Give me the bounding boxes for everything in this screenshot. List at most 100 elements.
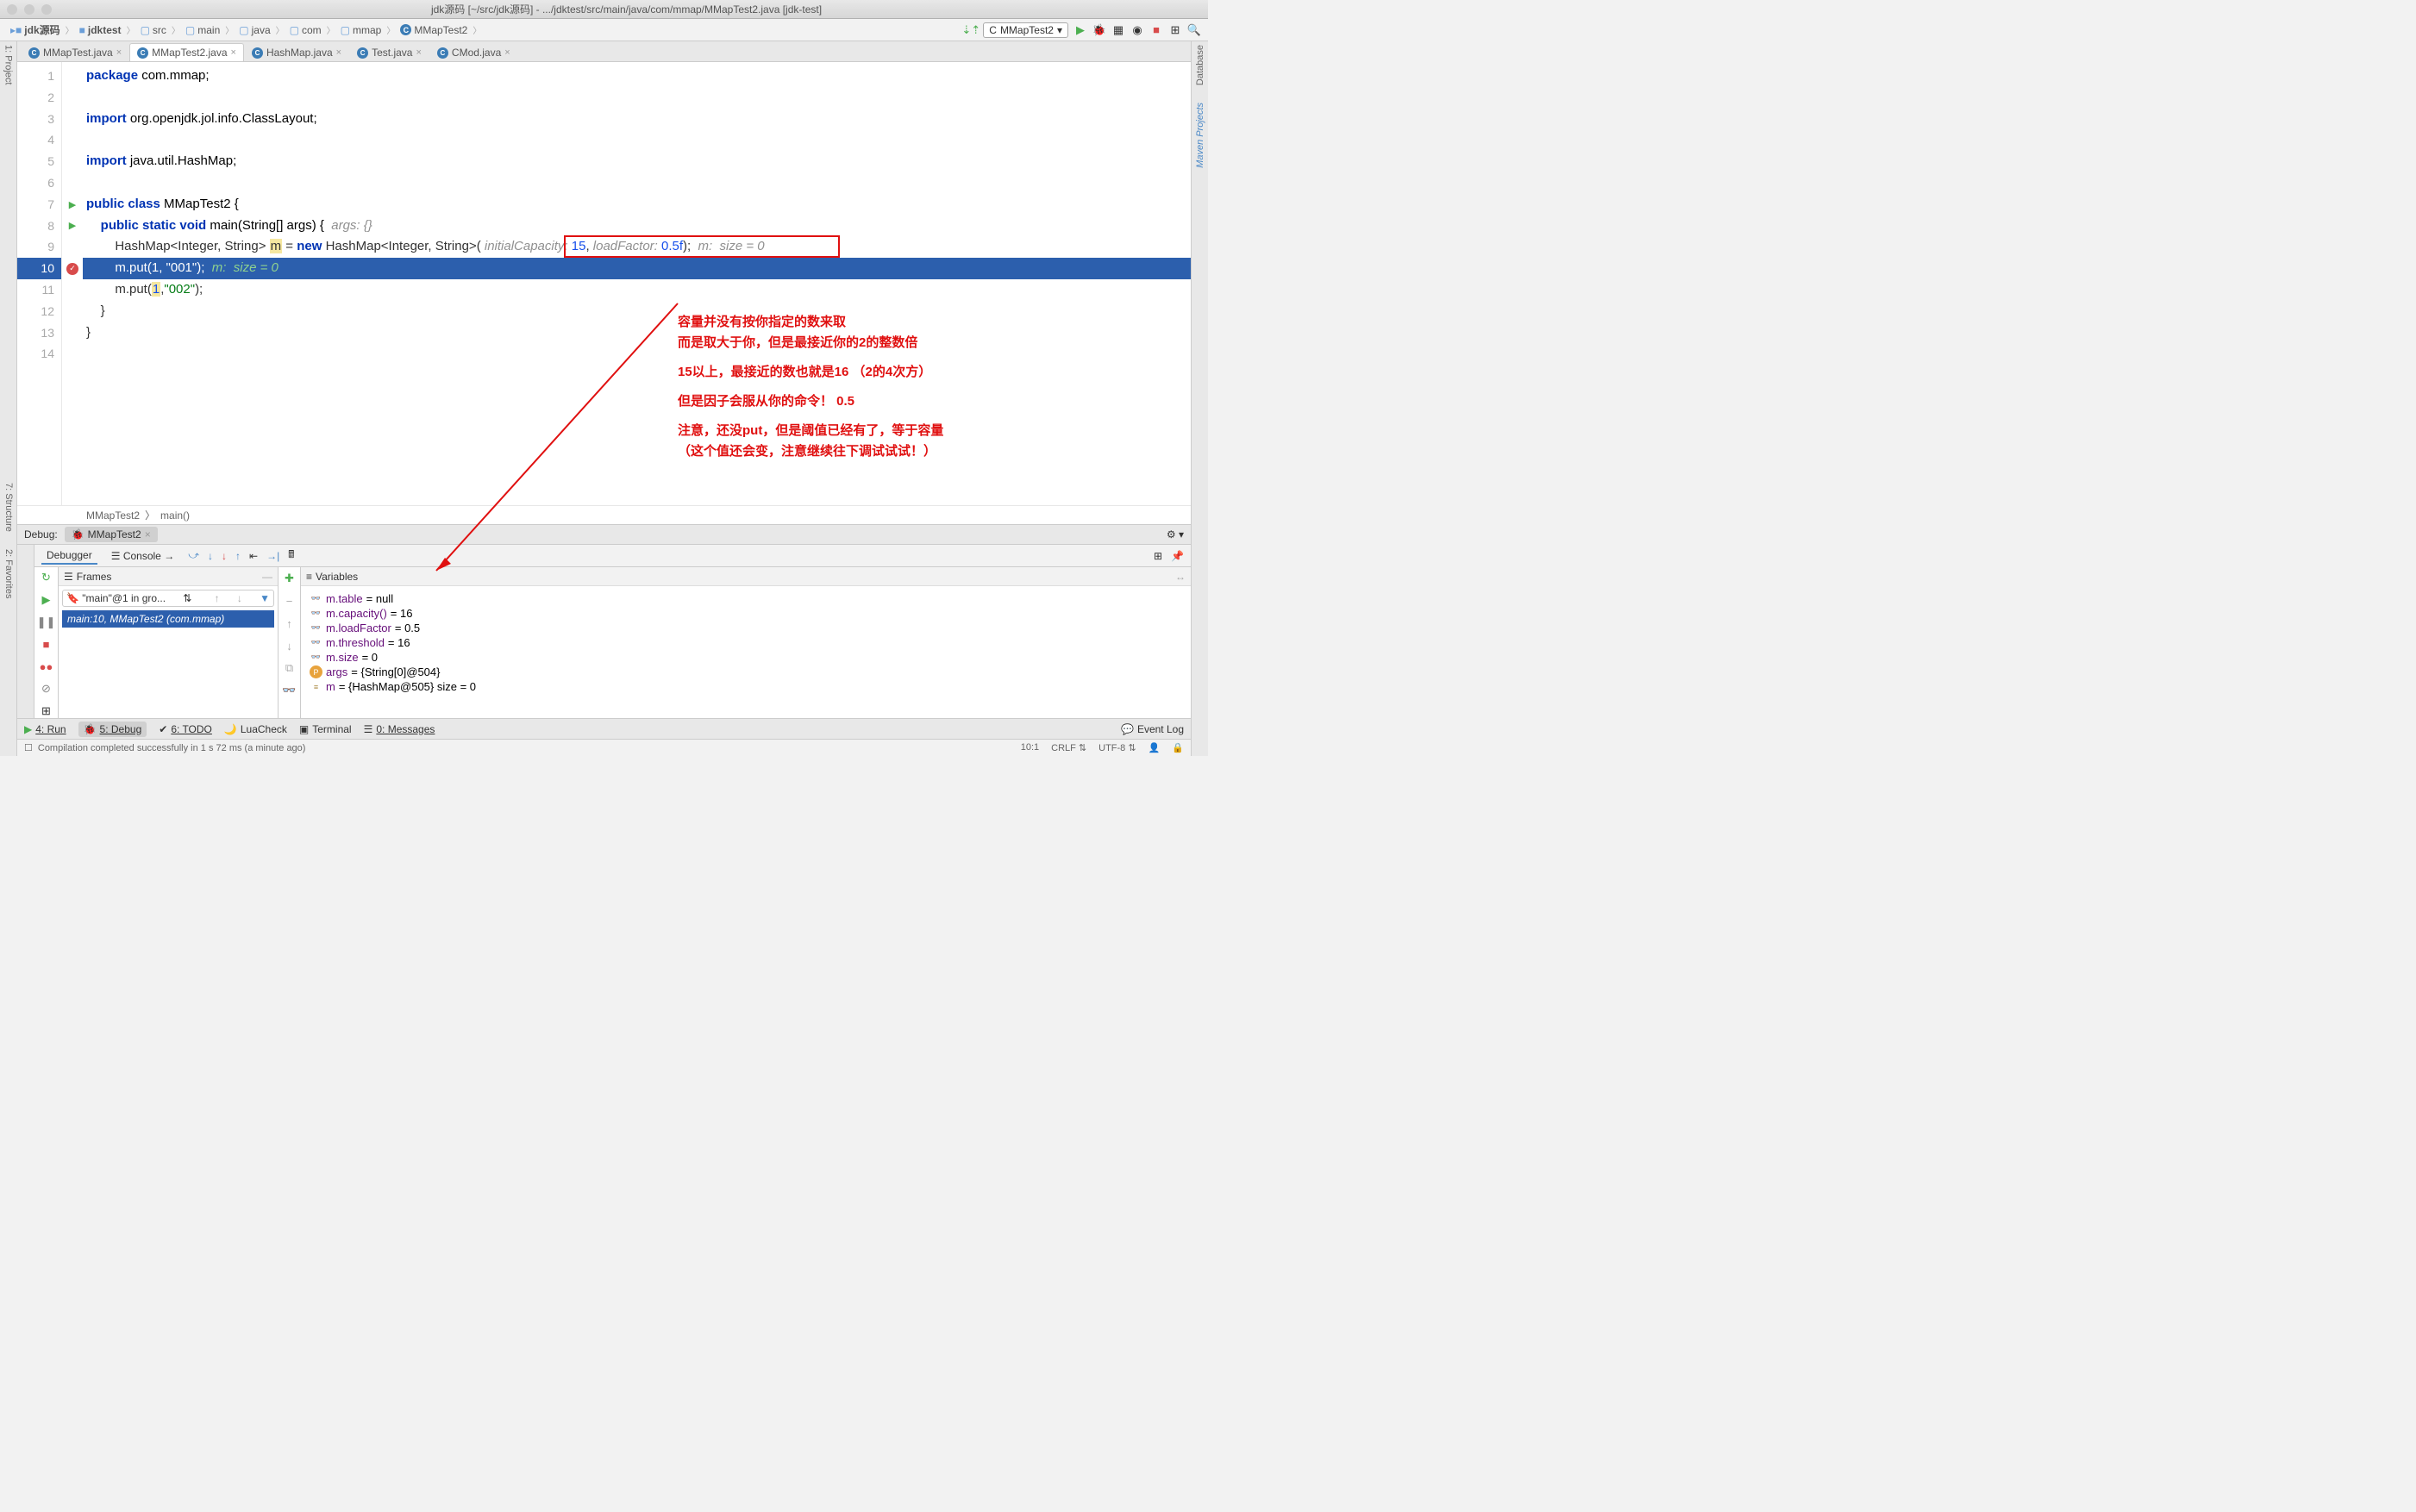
- event-log-button[interactable]: 💬Event Log: [1121, 723, 1184, 735]
- prev-frame-icon[interactable]: ↑: [215, 592, 220, 604]
- next-frame-icon[interactable]: ↓: [237, 592, 242, 604]
- encoding[interactable]: UTF-8 ⇅: [1098, 742, 1136, 753]
- rerun-icon[interactable]: ↻: [39, 571, 54, 584]
- icon-gutter: ▶ ▶ ✓: [62, 62, 83, 505]
- breadcrumb-item[interactable]: src: [153, 24, 166, 36]
- breadcrumb[interactable]: ▸■jdk源码 〉 ■jdktest 〉 ▢src 〉 ▢main 〉 ▢jav…: [7, 22, 481, 38]
- pin-icon[interactable]: 📌: [1171, 550, 1184, 562]
- thread-selector[interactable]: 🔖 "main"@1 in gro... ⇅ ↑ ↓ ▼: [62, 590, 274, 607]
- run-gutter-icon[interactable]: ▶: [69, 220, 76, 231]
- sync-icon[interactable]: ⇣⇡: [964, 23, 978, 37]
- line-separator[interactable]: CRLF ⇅: [1051, 742, 1086, 753]
- crumb-method[interactable]: main(): [160, 509, 190, 522]
- close-icon[interactable]: ×: [336, 47, 341, 58]
- settings-icon[interactable]: ⊞: [1154, 550, 1162, 562]
- variable-row[interactable]: 👓m.table = null: [310, 591, 1182, 606]
- structure-tool-button[interactable]: 7: Structure: [3, 483, 14, 532]
- crumb-class[interactable]: MMapTest2: [86, 509, 140, 522]
- tab-mmaptest[interactable]: CMMapTest.java×: [21, 43, 129, 61]
- chevron-right-icon: 〉: [225, 23, 234, 36]
- run-to-cursor-icon[interactable]: →|: [266, 550, 279, 562]
- close-icon[interactable]: ×: [504, 47, 510, 58]
- step-out-icon[interactable]: ↑: [235, 550, 241, 562]
- editor[interactable]: 1234567891011121314 ▶ ▶ ✓ package com.mm…: [17, 62, 1191, 505]
- window-controls[interactable]: [7, 4, 52, 15]
- variable-row[interactable]: 👓m.threshold = 16: [310, 635, 1182, 650]
- breadcrumb-root[interactable]: jdk源码: [24, 22, 59, 37]
- step-over-icon[interactable]: ⤻: [188, 549, 199, 562]
- breadcrumb-item[interactable]: mmap: [353, 24, 381, 36]
- breadcrumb-module[interactable]: jdktest: [88, 24, 122, 36]
- pause-icon[interactable]: ❚❚: [39, 615, 54, 629]
- gear-icon[interactable]: ⚙ ▾: [1167, 528, 1184, 540]
- breadcrumb-item[interactable]: main: [197, 24, 220, 36]
- close-icon[interactable]: ×: [145, 528, 151, 540]
- add-watch-icon[interactable]: ✚: [282, 571, 297, 586]
- maven-tool-button[interactable]: Maven Projects: [1195, 103, 1205, 168]
- close-icon[interactable]: ×: [116, 47, 122, 58]
- minimize-icon[interactable]: [24, 4, 34, 15]
- step-into-icon[interactable]: ↓: [208, 550, 213, 562]
- zoom-icon[interactable]: [41, 4, 52, 15]
- tab-test[interactable]: CTest.java×: [349, 43, 429, 61]
- breakpoint-icon[interactable]: ✓: [66, 263, 78, 275]
- run-tool-button[interactable]: ▶4: Run: [24, 723, 66, 735]
- tab-cmod[interactable]: CCMod.java×: [429, 43, 518, 61]
- tab-mmaptest2[interactable]: CMMapTest2.java×: [129, 43, 244, 61]
- database-tool-button[interactable]: Database: [1195, 45, 1205, 85]
- variable-row[interactable]: 👓m.capacity() = 16: [310, 606, 1182, 621]
- close-icon[interactable]: ×: [231, 47, 236, 58]
- stop-button[interactable]: ■: [1149, 23, 1163, 37]
- variable-row[interactable]: 👓m.loadFactor = 0.5: [310, 621, 1182, 635]
- coverage-button[interactable]: ▦: [1111, 23, 1125, 37]
- project-tool-button[interactable]: 1: Project: [3, 45, 14, 84]
- stack-frame[interactable]: main:10, MMapTest2 (com.mmap): [62, 610, 274, 628]
- messages-tool-button[interactable]: ☰0: Messages: [364, 723, 435, 735]
- console-tab[interactable]: ☰ Console →: [106, 548, 179, 564]
- code-area[interactable]: package com.mmap; import org.openjdk.jol…: [83, 62, 1191, 505]
- luacheck-tool-button[interactable]: 🌙LuaCheck: [224, 723, 287, 735]
- close-icon[interactable]: ×: [416, 47, 421, 58]
- debug-tool-button[interactable]: 🐞5: Debug: [78, 722, 147, 737]
- search-icon[interactable]: 🔍: [1187, 23, 1201, 37]
- up-icon[interactable]: ↑: [282, 615, 297, 631]
- collapse-icon[interactable]: ↔: [1175, 571, 1186, 583]
- close-icon[interactable]: [7, 4, 17, 15]
- down-icon[interactable]: ↓: [282, 638, 297, 653]
- collapse-icon[interactable]: —: [262, 571, 272, 583]
- resume-icon[interactable]: ▶: [39, 593, 54, 607]
- terminal-tool-button[interactable]: ▣Terminal: [299, 723, 352, 735]
- variable-row[interactable]: Pargs = {String[0]@504}: [310, 665, 1182, 679]
- glasses-icon[interactable]: 👓: [282, 683, 297, 698]
- todo-tool-button[interactable]: ✔6: TODO: [159, 723, 212, 735]
- breakpoints-icon[interactable]: ●●: [39, 660, 54, 674]
- evaluate-icon[interactable]: 🖩: [288, 547, 294, 565]
- profile-button[interactable]: ◉: [1130, 23, 1144, 37]
- breadcrumb-item[interactable]: com: [302, 24, 322, 36]
- stop-icon[interactable]: ■: [39, 638, 54, 652]
- debug-button[interactable]: 🐞: [1092, 23, 1106, 37]
- inspector-icon[interactable]: 👤: [1149, 742, 1161, 753]
- force-step-into-icon[interactable]: ↓: [222, 550, 227, 562]
- filter-icon[interactable]: ▼: [260, 592, 270, 604]
- editor-breadcrumb[interactable]: MMapTest2 〉 main(): [17, 505, 1191, 524]
- run-config-selector[interactable]: C MMapTest2 ▾: [983, 22, 1068, 38]
- debugger-tab[interactable]: Debugger: [41, 547, 97, 565]
- tab-hashmap[interactable]: CHashMap.java×: [244, 43, 349, 61]
- caret-position[interactable]: 10:1: [1021, 742, 1039, 753]
- breadcrumb-class[interactable]: MMapTest2: [414, 24, 467, 36]
- remove-watch-icon[interactable]: −: [282, 593, 297, 609]
- layout-icon[interactable]: ⊞: [1168, 23, 1182, 37]
- variable-row[interactable]: 👓m.size = 0: [310, 650, 1182, 665]
- debug-config-tab[interactable]: 🐞 MMapTest2 ×: [65, 527, 158, 542]
- drop-frame-icon[interactable]: ⇤: [249, 550, 258, 562]
- run-button[interactable]: ▶: [1073, 23, 1087, 37]
- variable-row[interactable]: ≡m = {HashMap@505} size = 0: [310, 679, 1182, 694]
- favorites-tool-button[interactable]: 2: Favorites: [3, 549, 14, 598]
- lock-icon[interactable]: 🔒: [1172, 742, 1184, 753]
- mute-breakpoints-icon[interactable]: ⊘: [39, 682, 54, 696]
- layout-icon[interactable]: ⊞: [39, 704, 54, 718]
- breadcrumb-item[interactable]: java: [252, 24, 271, 36]
- copy-icon[interactable]: ⧉: [282, 660, 297, 676]
- run-gutter-icon[interactable]: ▶: [69, 199, 76, 210]
